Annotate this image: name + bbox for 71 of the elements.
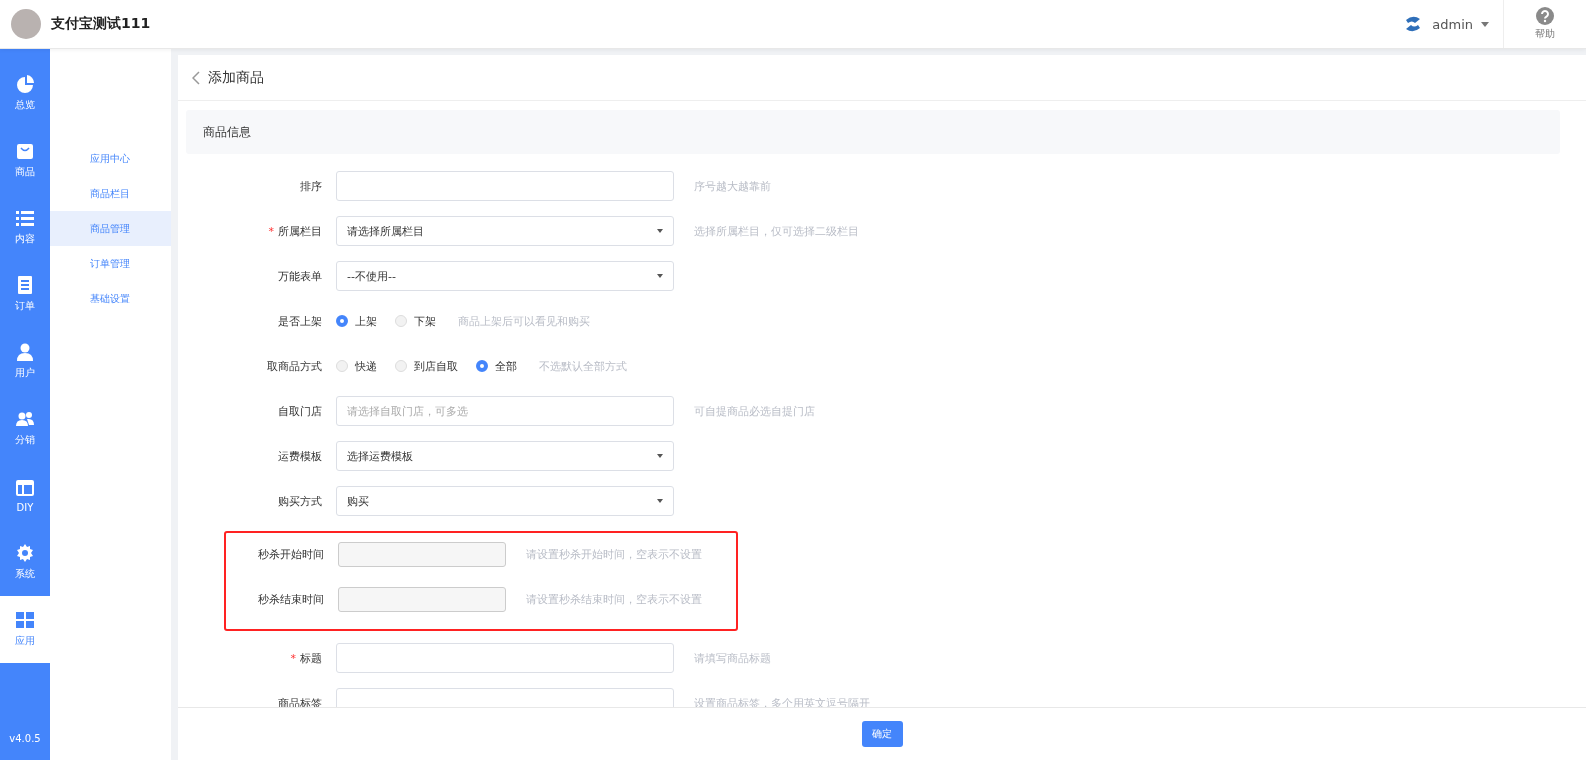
hint-text: 请设置秒杀开始时间，空表示不设置 <box>526 546 702 562</box>
nav-item[interactable]: 内容 <box>0 194 50 261</box>
document-icon <box>16 276 34 294</box>
radio-option[interactable]: 到店自取 <box>395 358 458 374</box>
caret-icon <box>657 454 663 458</box>
nav-item[interactable]: 分销 <box>0 395 50 462</box>
field-label: 秒杀开始时间 <box>257 546 325 562</box>
nav-item[interactable]: 应用 <box>0 596 50 663</box>
field-label: 万能表单 <box>277 268 323 284</box>
nav-item[interactable]: 订单 <box>0 261 50 328</box>
nav-item[interactable]: 用户 <box>0 328 50 395</box>
section-header: 商品信息 <box>186 110 1560 154</box>
list-icon <box>16 209 34 227</box>
hint-text: 可自提商品必选自提门店 <box>694 403 815 419</box>
input-field[interactable] <box>336 643 674 673</box>
version-label: v4.0.5 <box>8 733 42 746</box>
input-field[interactable]: 请选择自取门店，可多选 <box>336 396 674 426</box>
sub-nav-item[interactable]: 商品管理 <box>50 211 171 246</box>
field-label: 自取门店 <box>277 403 323 419</box>
shop-name: 支付宝测试111 <box>51 15 151 33</box>
sub-nav-item[interactable]: 应用中心 <box>50 141 171 176</box>
field-label: * 所属栏目 <box>267 223 323 239</box>
field-label: * 标题 <box>289 650 323 666</box>
avatar <box>11 9 41 39</box>
hint-text: 请填写商品标题 <box>694 650 771 666</box>
radio-button[interactable] <box>336 315 348 327</box>
back-icon[interactable] <box>192 70 200 85</box>
pie-chart-icon <box>16 75 34 93</box>
time-field[interactable] <box>338 586 506 612</box>
sub-nav-item[interactable]: 基础设置 <box>50 281 171 316</box>
bag-icon <box>16 142 34 160</box>
radio-option[interactable]: 上架 <box>336 313 377 329</box>
radio-option[interactable]: 下架 <box>395 313 436 329</box>
sub-nav-item[interactable]: 商品栏目 <box>50 176 171 211</box>
field-label: 是否上架 <box>277 313 323 329</box>
field-label: 购买方式 <box>277 493 323 509</box>
hint-text: 请设置秒杀结束时间，空表示不设置 <box>526 591 702 607</box>
caret-icon <box>1481 21 1489 27</box>
select-field[interactable]: 请选择所属栏目 <box>336 216 674 246</box>
hint-text: 商品上架后可以看见和购买 <box>458 313 590 329</box>
hint-text: 不选默认全部方式 <box>539 358 627 374</box>
caret-icon <box>657 274 663 278</box>
radio-button[interactable] <box>476 360 488 372</box>
nav-item[interactable]: 总览 <box>0 60 50 127</box>
caret-icon <box>657 229 663 233</box>
time-field[interactable] <box>338 541 506 567</box>
nav-item[interactable]: 商品 <box>0 127 50 194</box>
caret-icon <box>657 499 663 503</box>
confirm-button[interactable]: 确定 <box>861 721 903 747</box>
nav-item[interactable]: DIY <box>0 462 50 529</box>
user-icon <box>16 343 34 361</box>
help-icon <box>1536 7 1554 25</box>
select-field[interactable]: 购买 <box>336 486 674 516</box>
field-label: 取商品方式 <box>266 358 323 374</box>
layout-icon <box>16 478 34 497</box>
field-label: 运费模板 <box>277 448 323 464</box>
settings-icon <box>16 544 34 562</box>
grid-icon <box>16 611 34 629</box>
user-menu[interactable]: admin <box>1402 14 1489 34</box>
help-button[interactable]: 帮助 <box>1503 0 1586 48</box>
field-label: 秒杀结束时间 <box>257 591 325 607</box>
select-field[interactable]: 选择运费模板 <box>336 441 674 471</box>
radio-option[interactable]: 全部 <box>476 358 517 374</box>
radio-option[interactable]: 快递 <box>336 358 377 374</box>
sub-nav-item[interactable]: 订单管理 <box>50 246 171 281</box>
select-field[interactable]: --不使用-- <box>336 261 674 291</box>
users-icon <box>16 410 34 428</box>
field-label: 排序 <box>299 178 323 194</box>
nav-item[interactable]: 系统 <box>0 529 50 596</box>
input-field[interactable] <box>336 171 674 201</box>
page-title: 添加商品 <box>208 68 264 87</box>
